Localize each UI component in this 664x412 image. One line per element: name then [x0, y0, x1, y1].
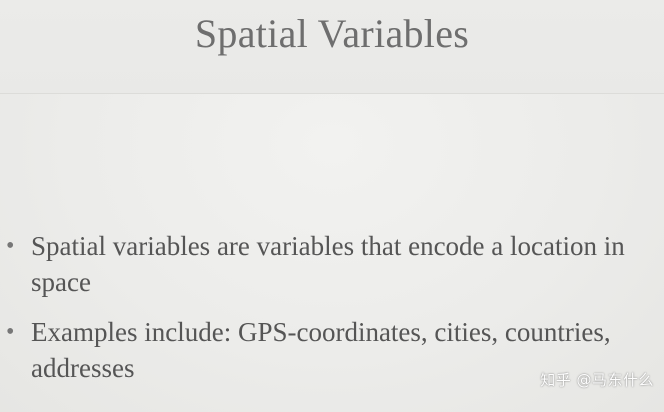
title-divider: [0, 93, 664, 94]
bullet-text: Spatial variables are variables that enc…: [31, 231, 625, 297]
bullet-item: • Spatial variables are variables that e…: [0, 228, 664, 300]
bullet-text: Examples include: GPS-coordinates, citie…: [31, 317, 611, 383]
bullet-list: • Spatial variables are variables that e…: [0, 228, 664, 386]
slide-title: Spatial Variables: [194, 11, 470, 56]
watermark: 知乎 @马东什么: [540, 371, 654, 389]
slide: Spatial Variables • Spatial variables ar…: [0, 0, 664, 412]
bullet-dot-icon: •: [6, 233, 15, 259]
bullet-dot-icon: •: [6, 319, 15, 345]
